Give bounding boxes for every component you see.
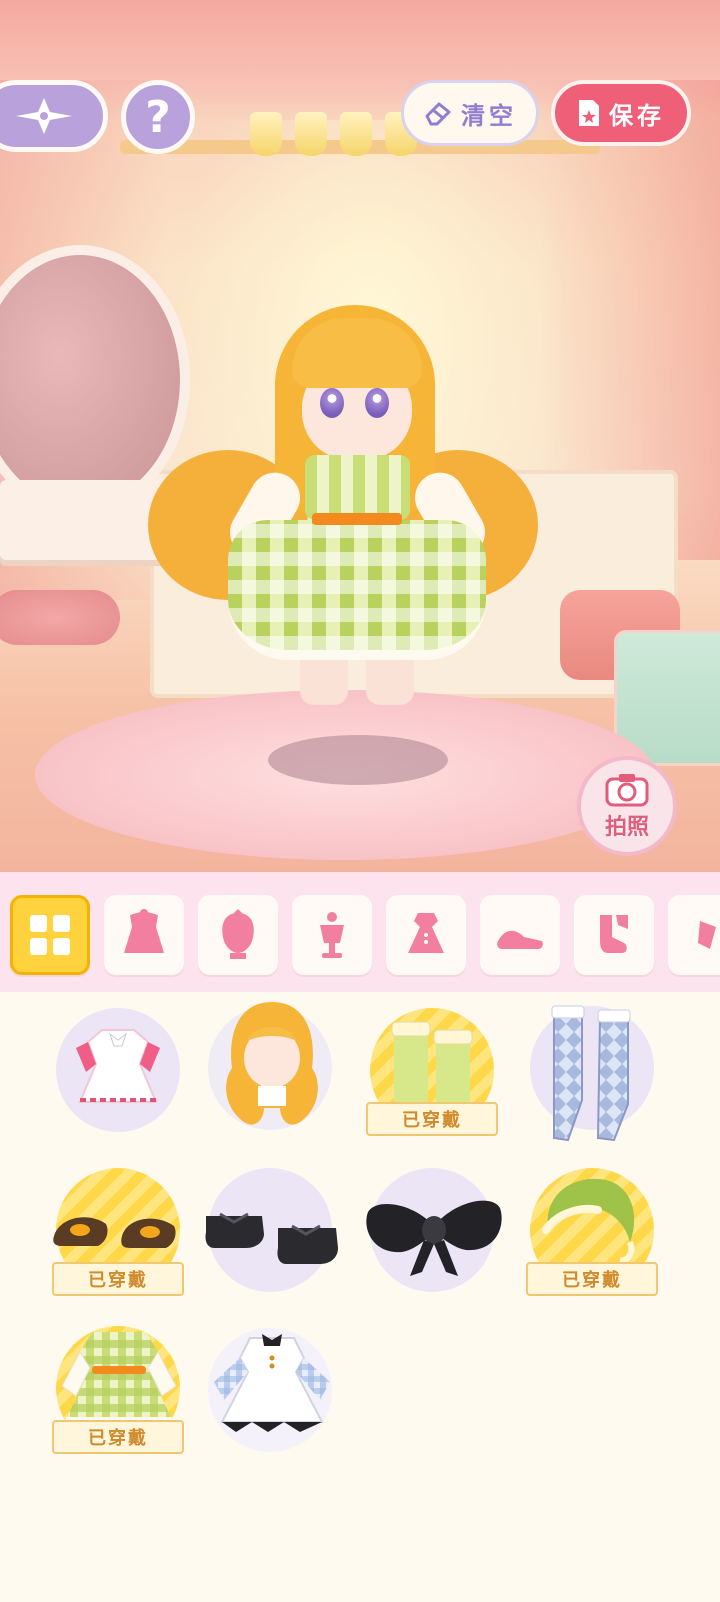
tab-accessory[interactable] xyxy=(292,895,372,975)
green-bonnet-icon xyxy=(542,1178,635,1264)
camera-icon xyxy=(605,774,649,807)
scallop-border xyxy=(0,872,720,884)
save-button[interactable]: 保存 xyxy=(551,80,691,146)
eraser-icon xyxy=(425,102,451,126)
character-skirt xyxy=(228,520,486,660)
black-bow-icon xyxy=(366,1200,502,1276)
navigation-button[interactable] xyxy=(0,80,108,152)
dress-icon xyxy=(408,913,444,953)
item-green-stockings[interactable]: 已穿戴 xyxy=(362,1000,502,1140)
item-maid-dress[interactable] xyxy=(200,1320,340,1460)
stool xyxy=(0,590,120,645)
tab-shoes[interactable] xyxy=(480,895,560,975)
argyle-stockings-icon xyxy=(551,1005,631,1142)
item-argyle-stockings[interactable] xyxy=(522,998,662,1142)
tab-dress[interactable] xyxy=(386,895,466,975)
light-bulb xyxy=(295,112,327,156)
character-eye xyxy=(320,388,344,418)
help-label: ? xyxy=(145,91,171,143)
brown-shoes-icon xyxy=(53,1217,176,1248)
green-stockings-icon xyxy=(391,1021,473,1106)
document-icon xyxy=(579,100,599,126)
worn-badge: 已穿戴 xyxy=(52,1420,184,1454)
item-black-shoes[interactable] xyxy=(200,1160,340,1300)
item-long-blonde-hair[interactable] xyxy=(200,998,340,1138)
save-label: 保存 xyxy=(609,101,665,130)
tab-hair[interactable] xyxy=(198,895,278,975)
gingham-dress-icon xyxy=(61,1332,177,1423)
light-bulb xyxy=(340,112,372,156)
worn-badge: 已穿戴 xyxy=(366,1102,498,1136)
maid-dress-icon xyxy=(214,1334,330,1432)
shoes-icon xyxy=(497,930,543,949)
tab-more[interactable] xyxy=(668,895,720,975)
photo-button[interactable]: 拍照 xyxy=(577,756,677,856)
light-bulb xyxy=(250,112,282,156)
item-green-bonnet[interactable]: 已穿戴 xyxy=(522,1160,662,1300)
outfit-set-icon xyxy=(124,909,164,953)
item-gingham-dress[interactable]: 已穿戴 xyxy=(48,1318,188,1458)
character-belt xyxy=(312,513,402,525)
more-icon xyxy=(698,921,716,949)
worn-badge: 已穿戴 xyxy=(52,1262,184,1296)
item-brown-shoes[interactable]: 已穿戴 xyxy=(48,1160,188,1300)
item-pink-dress[interactable] xyxy=(48,1000,188,1140)
character-shadow xyxy=(268,735,448,785)
worn-badge: 已穿戴 xyxy=(526,1262,658,1296)
tab-all[interactable] xyxy=(10,895,90,975)
tab-outfit-set[interactable] xyxy=(104,895,184,975)
character-eye xyxy=(365,388,389,418)
pink-dress-icon xyxy=(76,1029,160,1103)
photo-label: 拍照 xyxy=(604,815,649,840)
blonde-hair-icon xyxy=(226,1002,318,1125)
clear-label: 清空 xyxy=(461,101,517,130)
tab-socks[interactable] xyxy=(574,895,654,975)
socks-icon xyxy=(600,915,628,953)
hair-icon xyxy=(222,909,254,959)
accessory-icon xyxy=(320,912,344,958)
black-shoes-icon xyxy=(205,1212,338,1264)
compass-star-icon xyxy=(16,98,72,134)
item-black-bow[interactable] xyxy=(362,1160,502,1300)
character-dress-top xyxy=(305,455,410,520)
clear-button[interactable]: 清空 xyxy=(401,80,539,146)
all-icon xyxy=(30,915,70,955)
help-button[interactable]: ? xyxy=(121,80,195,154)
